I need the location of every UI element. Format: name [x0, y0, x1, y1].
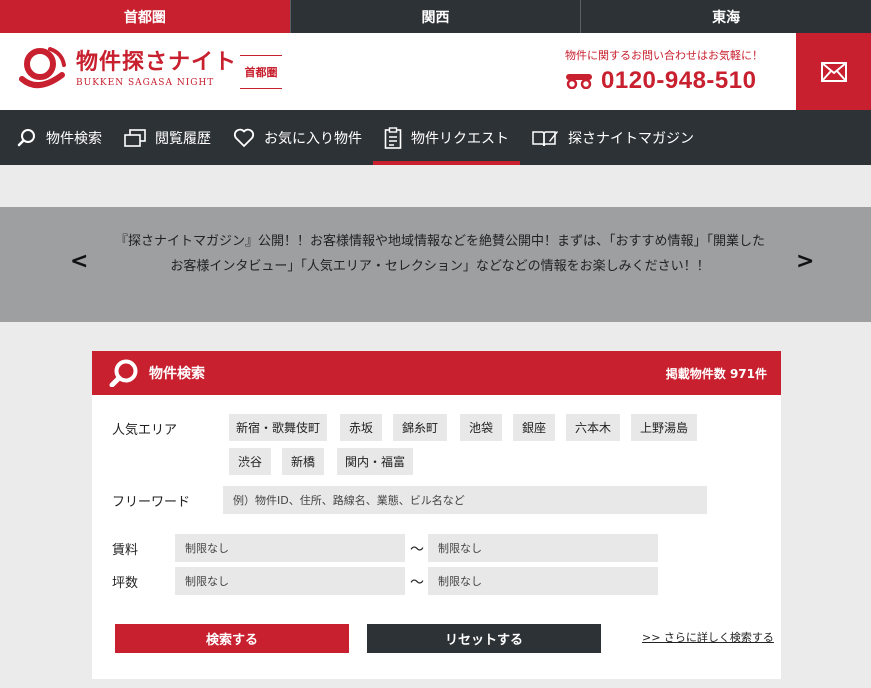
- region-tab-tokai[interactable]: 東海: [581, 0, 871, 33]
- notice-text[interactable]: 『探さナイトマガジン』公開！！お客様情報や地域情報などを絶賛公開中！まずは、「お…: [110, 229, 770, 279]
- phone-number: 0120-948-510: [601, 67, 757, 94]
- nav-item-history[interactable]: 閲覧履歴: [113, 110, 222, 165]
- area-tag[interactable]: 新橋: [282, 448, 324, 475]
- area-label: 首都圏: [240, 55, 282, 89]
- logo-mark-icon: [19, 47, 66, 88]
- history-icon: [124, 128, 146, 147]
- size-max-select[interactable]: 制限なし: [428, 567, 658, 595]
- nav-label: 物件検索: [46, 130, 102, 147]
- area-tag[interactable]: 関内・福富: [337, 448, 413, 475]
- nav-label: 閲覧履歴: [155, 130, 211, 147]
- search-panel-header: 物件検索 掲載物件数 971件: [92, 351, 781, 395]
- area-tag[interactable]: 池袋: [460, 414, 502, 441]
- area-size-label: 坪数: [112, 576, 139, 591]
- nav-item-request[interactable]: 物件リクエスト: [373, 110, 520, 165]
- area-tag[interactable]: 渋谷: [229, 448, 271, 475]
- contact-note: 物件に関するお問い合わせはお気軽に！: [565, 49, 763, 62]
- nav-item-search[interactable]: 物件検索: [6, 110, 113, 165]
- rent-min-select[interactable]: 制限なし: [175, 534, 405, 562]
- nav-label: 物件リクエスト: [411, 130, 509, 147]
- main-nav: 物件検索 閲覧履歴 お気に入り物件 物件リクエスト 探さナイトマガジン: [0, 110, 871, 165]
- search-icon: [109, 359, 138, 387]
- mail-icon: [820, 61, 847, 82]
- region-tab-kansai[interactable]: 関西: [291, 0, 582, 33]
- range-separator: 〜: [410, 575, 424, 591]
- nav-label: お気に入り物件: [264, 130, 362, 147]
- notice-carousel: < 『探さナイトマガジン』公開！！お客様情報や地域情報などを絶賛公開中！まずは、…: [0, 207, 871, 322]
- range-separator: 〜: [410, 542, 424, 558]
- contact-info: 物件に関するお問い合わせはお気軽に！ 0120-948-510: [565, 47, 763, 95]
- book-icon: [532, 130, 558, 146]
- search-panel-title: 物件検索: [149, 366, 205, 382]
- region-tab-shutoken[interactable]: 首都圏: [0, 0, 291, 33]
- clipboard-icon: [384, 126, 402, 149]
- area-tag[interactable]: 新宿・歌舞伎町: [229, 414, 327, 441]
- advanced-search-link[interactable]: >> さらに詳しく検索する: [642, 629, 774, 645]
- area-tag[interactable]: 赤坂: [340, 414, 382, 441]
- rent-max-select[interactable]: 制限なし: [428, 534, 658, 562]
- area-tag[interactable]: 上野湯島: [631, 414, 697, 441]
- freeword-input[interactable]: 例）物件ID、住所、路線名、業態、ビル名など: [223, 486, 707, 514]
- search-panel: 物件検索 掲載物件数 971件 人気エリア 新宿・歌舞伎町 赤坂 錦糸町 池袋 …: [92, 351, 781, 679]
- heart-icon: [233, 128, 255, 147]
- nav-label: 探さナイトマガジン: [568, 130, 694, 147]
- reset-button[interactable]: リセットする: [367, 624, 601, 653]
- search-icon: [17, 128, 35, 146]
- area-tag[interactable]: 錦糸町: [393, 414, 447, 441]
- logo-title: 物件探さナイト: [76, 50, 238, 75]
- popular-area-label: 人気エリア: [112, 423, 178, 438]
- search-button[interactable]: 検索する: [115, 624, 349, 653]
- site-header: 物件探さナイト BUKKEN SAGASA NIGHT 首都圏 物件に関するお問…: [0, 33, 871, 110]
- area-tag[interactable]: 銀座: [513, 414, 555, 441]
- area-tag[interactable]: 六本木: [566, 414, 620, 441]
- listing-count: 掲載物件数 971件: [665, 367, 767, 381]
- size-min-select[interactable]: 制限なし: [175, 567, 405, 595]
- logo-subtitle: BUKKEN SAGASA NIGHT: [76, 78, 215, 88]
- mail-button[interactable]: [796, 33, 871, 110]
- nav-item-favorites[interactable]: お気に入り物件: [222, 110, 373, 165]
- carousel-next-button[interactable]: >: [796, 249, 814, 274]
- nav-item-magazine[interactable]: 探さナイトマガジン: [520, 110, 705, 165]
- site-logo[interactable]: 物件探さナイト BUKKEN SAGASA NIGHT: [18, 45, 237, 93]
- rent-label: 賃料: [112, 543, 139, 558]
- freeword-label: フリーワード: [112, 495, 191, 510]
- phone-link[interactable]: 0120-948-510: [565, 67, 763, 95]
- free-dial-icon: [566, 74, 592, 89]
- region-tabs: 首都圏 関西 東海: [0, 0, 871, 33]
- carousel-prev-button[interactable]: <: [70, 249, 88, 274]
